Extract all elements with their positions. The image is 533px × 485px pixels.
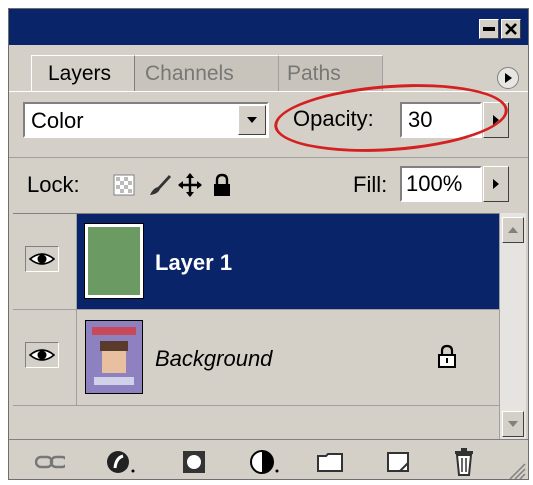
layer-style-icon[interactable] (105, 448, 135, 476)
close-icon[interactable] (501, 19, 521, 39)
layers-palette: Paths Channels Layers Color Opacity: 30 … (8, 8, 529, 480)
tab-paths[interactable]: Paths (271, 55, 383, 91)
layer-name: Background (155, 346, 273, 371)
visibility-cell[interactable] (13, 214, 77, 309)
lock-move-icon[interactable] (177, 172, 203, 198)
lock-brush-icon[interactable] (147, 172, 173, 198)
palette-titlebar[interactable] (9, 9, 528, 45)
tab-bar: Paths Channels Layers (9, 45, 528, 91)
fill-slider-arrow-icon[interactable] (483, 166, 509, 202)
layers-list: Layer 1 Background (13, 213, 499, 440)
adjustment-layer-icon[interactable] (249, 448, 279, 476)
layer-locked-icon (437, 344, 461, 370)
eye-icon[interactable] (25, 246, 59, 272)
resize-grip-icon[interactable] (504, 458, 526, 479)
layer-row[interactable]: Background (13, 310, 499, 406)
tab-layers[interactable]: Layers (31, 55, 135, 91)
blend-mode-value: Color (31, 108, 84, 133)
background-thumbnail (85, 320, 143, 394)
minimize-icon[interactable] (479, 19, 499, 39)
visibility-cell[interactable] (13, 310, 77, 405)
lock-all-icon[interactable] (209, 172, 235, 198)
layer-mask-icon[interactable] (179, 448, 209, 476)
layer-row[interactable]: Layer 1 (13, 214, 499, 310)
eye-icon[interactable] (25, 342, 59, 368)
chevron-down-icon[interactable] (238, 105, 266, 135)
layer-thumbnail (84, 223, 144, 299)
palette-footer (9, 439, 528, 479)
lock-label: Lock: (27, 172, 80, 197)
new-layer-icon[interactable] (383, 448, 413, 476)
blend-mode-select[interactable]: Color (23, 102, 269, 138)
panel-menu-icon[interactable] (497, 67, 519, 89)
layers-scrollbar[interactable] (499, 213, 526, 439)
fill-label: Fill: (353, 172, 388, 197)
scroll-down-icon[interactable] (502, 411, 524, 437)
scroll-up-icon[interactable] (502, 217, 524, 243)
layer-name: Layer 1 (155, 250, 233, 275)
tab-channels[interactable]: Channels (129, 55, 279, 91)
trash-icon[interactable] (449, 448, 479, 476)
lock-transparency-icon[interactable] (111, 172, 137, 198)
layer-set-icon[interactable] (315, 448, 345, 476)
fill-input[interactable]: 100% (400, 166, 482, 202)
lock-fill-row: Lock: Fill: 100% (9, 157, 528, 212)
link-icon[interactable] (35, 448, 65, 476)
